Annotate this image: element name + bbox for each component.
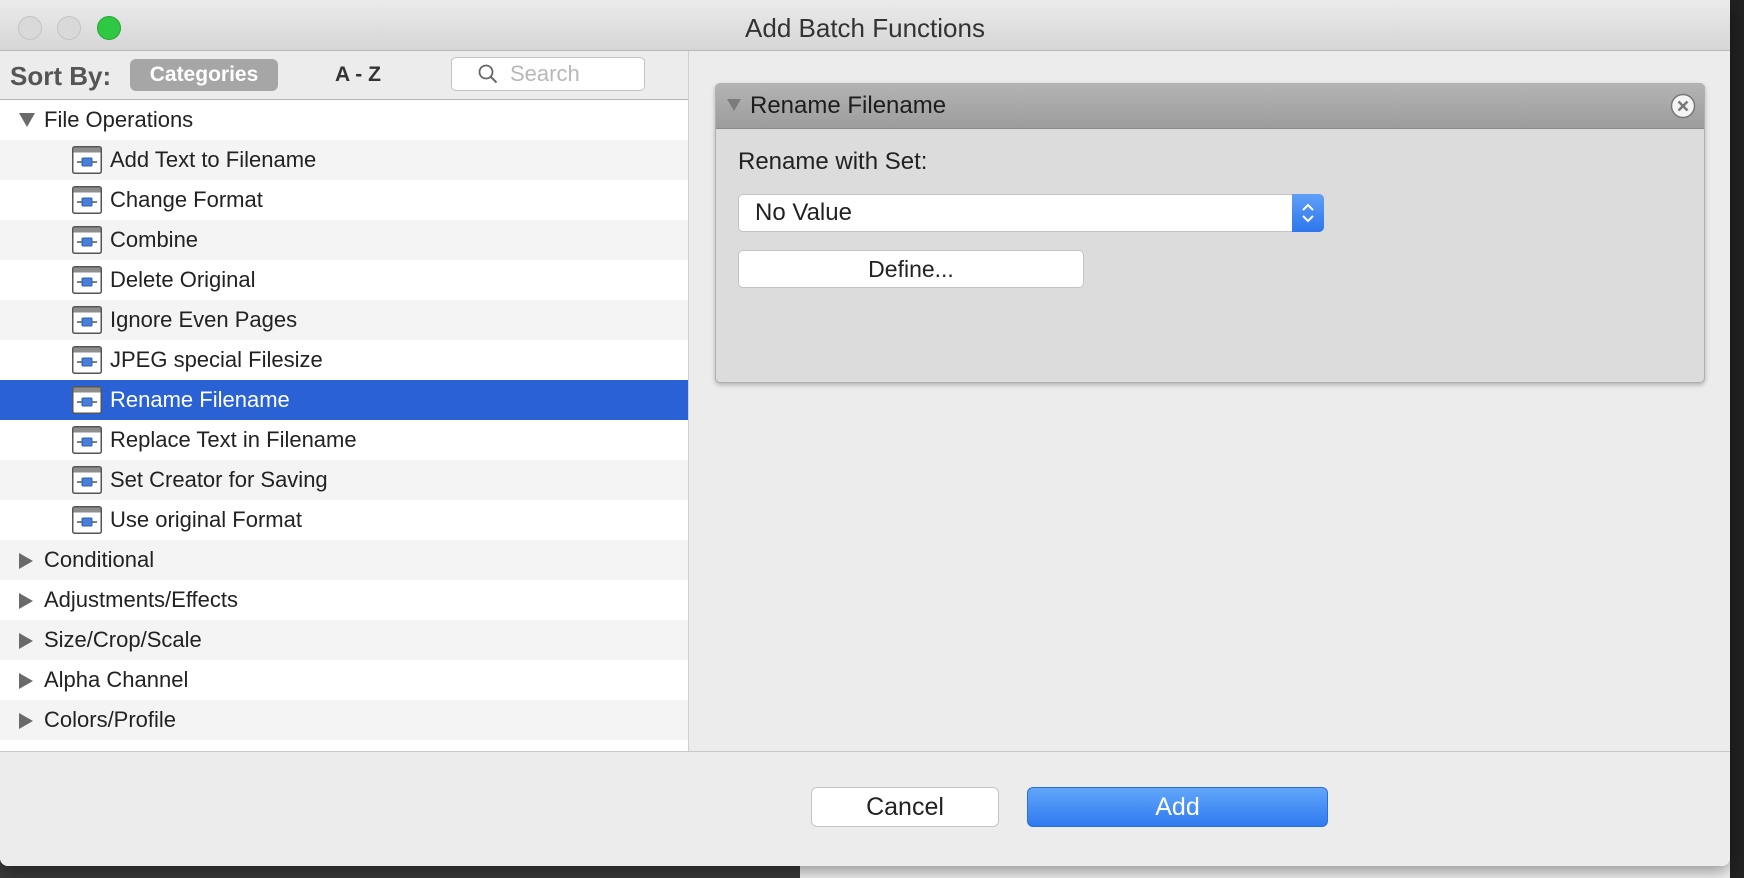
function-item[interactable]: Add Text to Filename bbox=[0, 140, 688, 180]
search-field[interactable] bbox=[451, 57, 645, 91]
sort-bar: Sort By: Categories A - Z bbox=[0, 51, 688, 100]
function-item[interactable]: Combine bbox=[0, 220, 688, 260]
disclosure-right-icon[interactable] bbox=[18, 580, 38, 620]
category-label: Alpha Channel bbox=[44, 667, 189, 692]
batch-function-icon bbox=[72, 266, 102, 294]
batch-function-icon bbox=[72, 186, 102, 214]
function-item[interactable]: Change Format bbox=[0, 180, 688, 220]
batch-function-icon bbox=[72, 306, 102, 334]
category-row[interactable]: Size/Crop/Scale bbox=[0, 620, 688, 660]
up-down-chevron-icon bbox=[1302, 203, 1314, 223]
category-label: Conditional bbox=[44, 547, 155, 572]
sort-by-label: Sort By: bbox=[10, 61, 112, 91]
window-title: Add Batch Functions bbox=[745, 13, 985, 43]
function-item[interactable]: Rename Filename bbox=[0, 380, 688, 420]
rename-set-value: No Value bbox=[755, 199, 852, 226]
category-row[interactable]: Alpha Channel bbox=[0, 660, 688, 700]
function-item-label: Ignore Even Pages bbox=[110, 307, 298, 332]
function-list-pane: Sort By: Categories A - Z File Operation… bbox=[0, 51, 689, 751]
background-edge bbox=[1730, 0, 1744, 878]
function-item[interactable]: JPEG special Filesize bbox=[0, 340, 688, 380]
disclosure-right-icon[interactable] bbox=[18, 620, 38, 660]
function-item-label: Delete Original bbox=[110, 267, 256, 292]
disclosure-right-icon[interactable] bbox=[18, 660, 38, 700]
function-item-label: Use original Format bbox=[110, 507, 302, 532]
batch-function-icon bbox=[72, 226, 102, 254]
disclosure-down-icon[interactable] bbox=[18, 100, 38, 140]
function-item-label: JPEG special Filesize bbox=[110, 347, 323, 372]
category-label: Size/Crop/Scale bbox=[44, 627, 202, 652]
cancel-button[interactable]: Cancel bbox=[811, 787, 999, 827]
function-item-label: Add Text to Filename bbox=[110, 147, 317, 172]
sort-categories-button[interactable]: Categories bbox=[130, 59, 278, 91]
category-row[interactable]: Colors/Profile bbox=[0, 700, 688, 740]
category-row[interactable]: Adjustments/Effects bbox=[0, 580, 688, 620]
rename-set-select[interactable]: No Value bbox=[738, 194, 1324, 232]
add-button[interactable]: Add bbox=[1027, 787, 1328, 827]
sort-a-z-button[interactable]: A - Z bbox=[318, 59, 398, 91]
function-item[interactable]: Set Creator for Saving bbox=[0, 460, 688, 500]
batch-function-icon bbox=[72, 346, 102, 374]
rename-filename-panel: Rename Filename Rename with Set: No Valu… bbox=[715, 83, 1705, 383]
search-input[interactable] bbox=[510, 60, 638, 88]
function-item-label: Set Creator for Saving bbox=[110, 467, 328, 492]
batch-function-icon bbox=[72, 386, 102, 414]
category-label: Colors/Profile bbox=[44, 707, 177, 732]
add-batch-functions-dialog: Add Batch Functions Sort By: Categories … bbox=[0, 0, 1730, 866]
rename-with-set-label: Rename with Set: bbox=[738, 148, 928, 175]
batch-function-icon bbox=[72, 146, 102, 174]
disclosure-right-icon[interactable] bbox=[18, 700, 38, 740]
function-item[interactable]: Delete Original bbox=[0, 260, 688, 300]
category-file-operations[interactable]: File Operations bbox=[0, 100, 688, 140]
panel-title: Rename Filename bbox=[750, 92, 947, 119]
title-bar: Add Batch Functions bbox=[0, 0, 1730, 51]
search-icon bbox=[478, 64, 498, 84]
function-item[interactable]: Ignore Even Pages bbox=[0, 300, 688, 340]
function-item-label: Rename Filename bbox=[110, 387, 290, 412]
function-item-label: Combine bbox=[110, 227, 199, 252]
category-label: Adjustments/Effects bbox=[44, 587, 239, 612]
define-button[interactable]: Define... bbox=[738, 250, 1084, 288]
category-row[interactable]: Conditional bbox=[0, 540, 688, 580]
function-settings-pane: Rename Filename Rename with Set: No Valu… bbox=[689, 51, 1730, 751]
disclosure-down-icon[interactable] bbox=[726, 98, 742, 112]
function-item-label: Change Format bbox=[110, 187, 263, 212]
function-item[interactable]: Use original Format bbox=[0, 500, 688, 540]
remove-function-icon[interactable] bbox=[1670, 93, 1696, 119]
function-item-label: Replace Text in Filename bbox=[110, 427, 357, 452]
batch-function-icon bbox=[72, 466, 102, 494]
disclosure-right-icon[interactable] bbox=[18, 540, 38, 580]
dialog-footer: Cancel Add bbox=[0, 751, 1730, 866]
panel-header[interactable]: Rename Filename bbox=[716, 84, 1704, 129]
category-label: File Operations bbox=[44, 107, 194, 132]
batch-function-icon bbox=[72, 426, 102, 454]
function-item[interactable]: Replace Text in Filename bbox=[0, 420, 688, 460]
function-tree: File Operations Add Text to Filename Chang… bbox=[0, 100, 688, 740]
batch-function-icon bbox=[72, 506, 102, 534]
select-arrows[interactable] bbox=[1292, 194, 1324, 232]
